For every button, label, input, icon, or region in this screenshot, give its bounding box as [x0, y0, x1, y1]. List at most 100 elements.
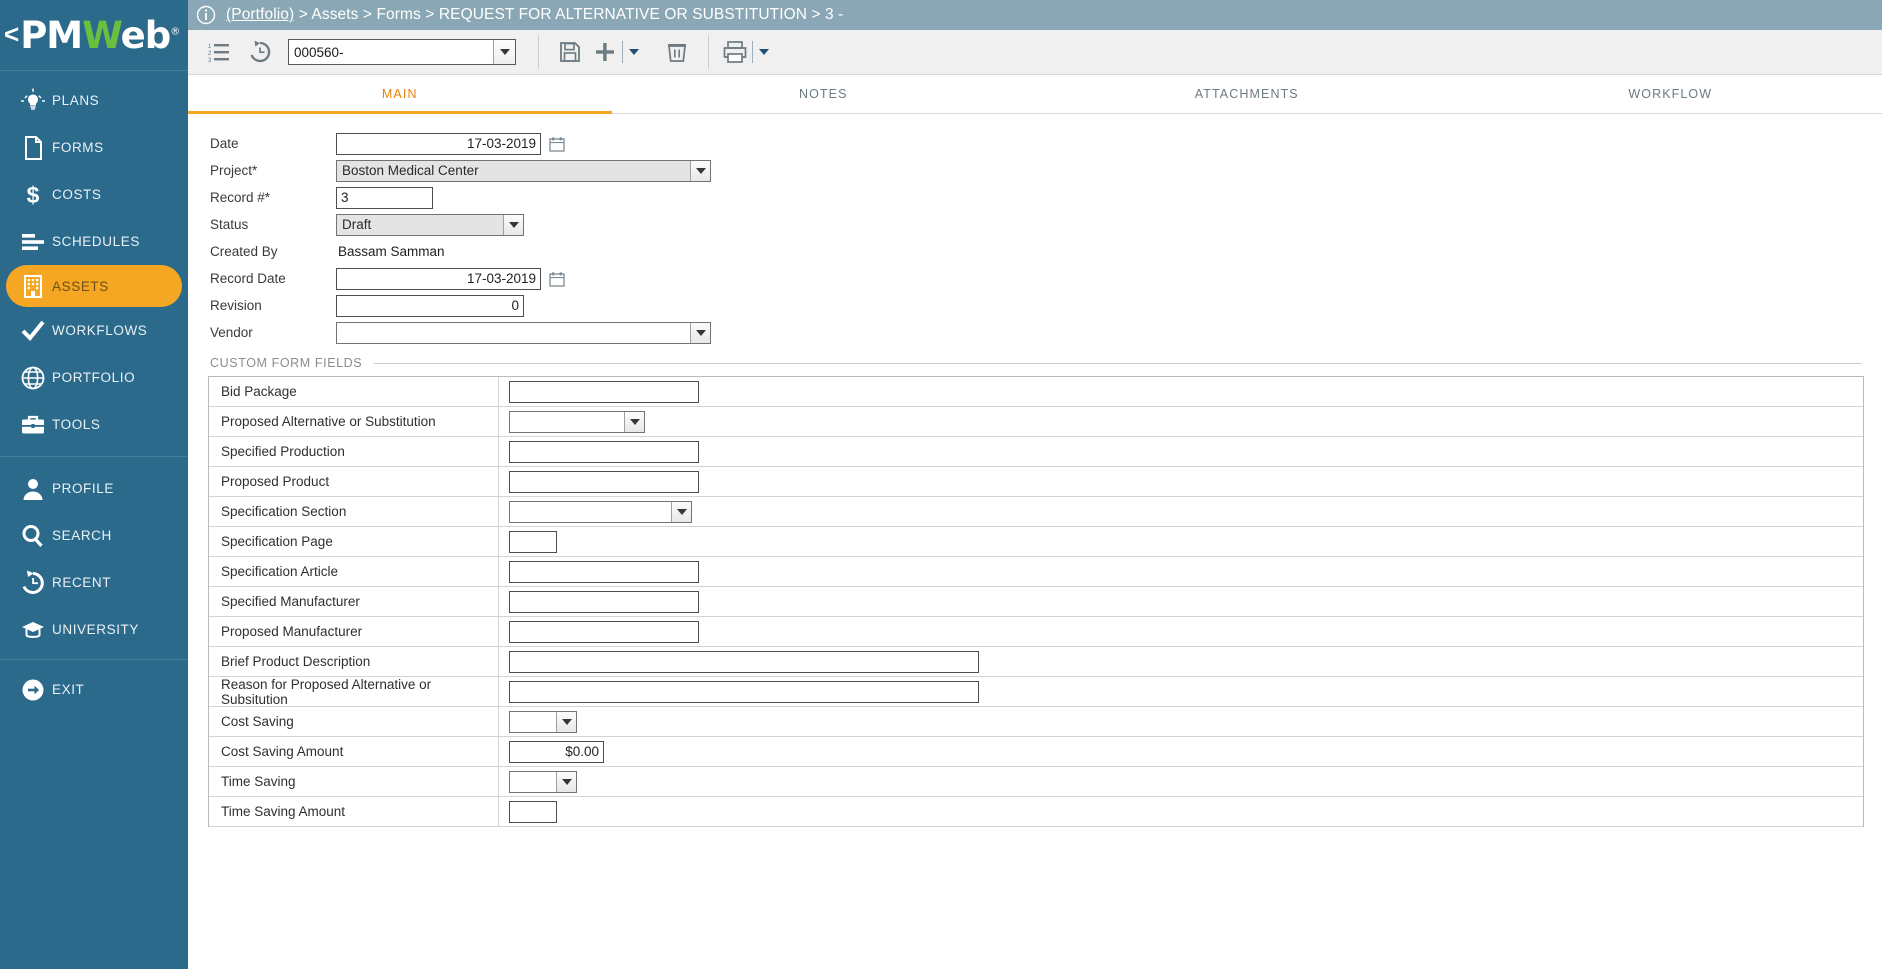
info-icon[interactable] — [196, 5, 216, 25]
sidebar-item-costs[interactable]: $ COSTS — [0, 171, 188, 218]
add-button[interactable] — [590, 32, 620, 72]
custom-field-input[interactable] — [509, 740, 604, 763]
document-icon — [14, 135, 52, 161]
custom-field-select[interactable] — [509, 500, 692, 523]
revision-input[interactable] — [336, 294, 524, 317]
lightbulb-icon — [21, 88, 45, 110]
custom-field-dropdown-arrow[interactable] — [671, 501, 691, 522]
list-view-button[interactable]: 1 2 3 — [200, 32, 240, 72]
dollar-icon: $ — [14, 182, 52, 208]
chevron-down-icon — [695, 167, 706, 174]
toolbar-separator-2 — [708, 35, 709, 69]
sidebar-item-recent[interactable]: RECENT — [0, 559, 188, 606]
custom-field-input[interactable] — [509, 530, 557, 553]
sidebar-item-portfolio[interactable]: PORTFOLIO — [0, 354, 188, 401]
sidebar-item-tools[interactable]: TOOLS — [0, 401, 188, 448]
custom-field-select[interactable] — [509, 770, 577, 793]
record-number-dropdown-arrow[interactable] — [493, 40, 515, 64]
sidebar-item-workflows[interactable]: WORKFLOWS — [0, 307, 188, 354]
custom-field-input[interactable] — [509, 440, 699, 463]
history-button[interactable] — [240, 32, 280, 72]
vendor-select[interactable] — [336, 321, 711, 344]
save-button[interactable] — [550, 32, 590, 72]
record-number-input[interactable] — [336, 186, 433, 209]
save-icon — [560, 42, 580, 62]
status-dropdown-arrow[interactable] — [503, 214, 523, 235]
graduation-cap-icon — [22, 621, 44, 638]
custom-field-input[interactable] — [509, 470, 699, 493]
pmweb-logo[interactable]: < PMWeb® — [0, 0, 188, 70]
list-icon: 1 2 3 — [208, 44, 229, 63]
sidebar-item-profile[interactable]: PROFILE — [0, 465, 188, 512]
custom-field-input[interactable] — [509, 560, 699, 583]
sidebar-item-assets[interactable]: ASSETS — [6, 265, 182, 307]
sidebar-nav-list: PLANS FORMS $ COSTS SCHEDULES ASSETS WORKFLOWS… — [0, 77, 188, 713]
custom-field-row: Time Saving Amount — [209, 797, 1863, 827]
svg-text:3: 3 — [208, 58, 212, 63]
custom-field-dropdown-arrow[interactable] — [624, 411, 644, 432]
vendor-label: Vendor — [210, 325, 253, 340]
tab-attachments[interactable]: ATTACHMENTS — [1035, 75, 1459, 113]
person-icon — [23, 478, 43, 500]
calendar-icon[interactable] — [549, 271, 565, 287]
chevron-down-icon — [695, 329, 706, 336]
trash-icon — [668, 44, 686, 62]
custom-field-value-cell — [499, 407, 1863, 436]
custom-field-label: Specification Page — [209, 527, 499, 556]
custom-field-value-cell — [499, 437, 1863, 466]
record-date-input[interactable] — [336, 267, 541, 290]
tab-main[interactable]: MAIN — [188, 75, 612, 114]
document-icon — [25, 135, 42, 160]
delete-button[interactable] — [657, 32, 697, 72]
status-select[interactable]: Draft — [336, 213, 524, 236]
vendor-dropdown-arrow[interactable] — [690, 322, 710, 343]
custom-field-input[interactable] — [509, 800, 557, 823]
sidebar-item-university[interactable]: UNIVERSITY — [0, 606, 188, 653]
sidebar-item-forms[interactable]: FORMS — [0, 124, 188, 171]
print-button[interactable] — [720, 32, 750, 72]
record-number-combobox[interactable]: 000560- — [288, 39, 516, 65]
custom-field-dropdown-arrow[interactable] — [556, 771, 576, 792]
magnifier-icon — [14, 523, 52, 549]
dollar-icon: $ — [27, 182, 40, 208]
custom-field-row: Specification Page — [209, 527, 1863, 557]
custom-field-select[interactable] — [509, 410, 645, 433]
tab-notes[interactable]: NOTES — [612, 75, 1036, 113]
custom-field-dropdown-arrow[interactable] — [556, 711, 576, 732]
sidebar-top-divider — [0, 70, 188, 71]
sidebar-exit-divider — [0, 659, 188, 660]
sidebar-item-label: FORMS — [52, 140, 104, 155]
tab-label: WORKFLOW — [1628, 87, 1713, 101]
custom-field-row: Reason for Proposed Alternative or Subsi… — [209, 677, 1863, 707]
breadcrumb-portfolio-link[interactable]: (Portfolio) — [226, 6, 294, 23]
sidebar-collapse-chevron-icon[interactable]: < — [4, 21, 19, 47]
calendar-icon[interactable] — [549, 136, 565, 152]
history-icon — [250, 40, 271, 63]
custom-form-fields-section-header: CUSTOM FORM FIELDS — [188, 356, 1882, 370]
tab-workflow[interactable]: WORKFLOW — [1459, 75, 1882, 113]
graduation-cap-icon — [14, 617, 52, 643]
add-dropdown-button[interactable] — [625, 32, 643, 72]
project-dropdown-arrow[interactable] — [690, 160, 710, 181]
sidebar-item-exit[interactable]: EXIT — [0, 666, 188, 713]
sidebar: < PMWeb® PLANS FORMS $ COSTS SCHEDULES ASSETS… — [0, 0, 188, 969]
sidebar-item-search[interactable]: SEARCH — [0, 512, 188, 559]
form-content: Date Project* — [188, 114, 1882, 969]
sidebar-item-schedules[interactable]: SCHEDULES — [0, 218, 188, 265]
custom-field-input[interactable] — [509, 590, 699, 613]
main-area: (Portfolio) > Assets > Forms > REQUEST F… — [188, 0, 1882, 969]
custom-field-input[interactable] — [509, 620, 699, 643]
custom-field-row: Cost Saving Amount — [209, 737, 1863, 767]
sidebar-item-label: SCHEDULES — [52, 234, 140, 249]
custom-field-row: Time Saving — [209, 767, 1863, 797]
tab-label: ATTACHMENTS — [1194, 87, 1299, 101]
print-dropdown-button[interactable] — [755, 32, 773, 72]
sidebar-item-plans[interactable]: PLANS — [0, 77, 188, 124]
custom-field-input[interactable] — [509, 650, 979, 673]
custom-field-input[interactable] — [509, 380, 699, 403]
custom-field-input[interactable] — [509, 680, 979, 703]
date-input[interactable] — [336, 132, 541, 155]
custom-field-select[interactable] — [509, 710, 577, 733]
project-select[interactable]: Boston Medical Center — [336, 159, 711, 182]
lightbulb-icon — [14, 88, 52, 114]
